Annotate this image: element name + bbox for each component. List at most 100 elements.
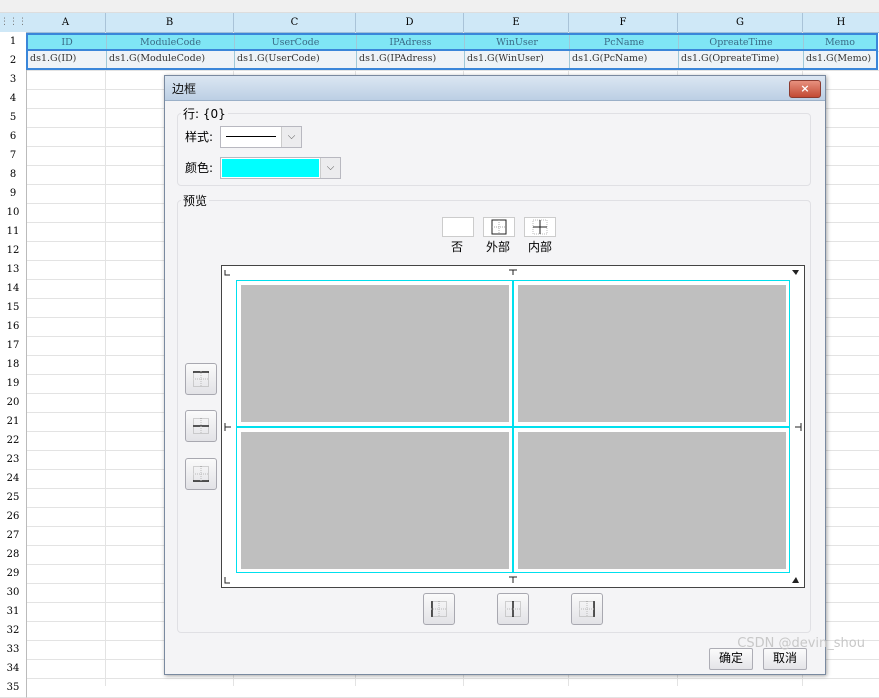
column-header-h[interactable]: H <box>803 13 879 32</box>
grid-line <box>26 678 879 679</box>
row-header-32[interactable]: 32 <box>0 621 27 641</box>
cell-f1[interactable]: PcName <box>570 35 678 52</box>
border-left-button[interactable] <box>423 593 455 625</box>
outline-border-icon <box>491 219 507 235</box>
select-all-corner[interactable]: ⋮⋮⋮ <box>0 13 27 33</box>
border-left-icon <box>431 601 447 617</box>
preset-none-button[interactable] <box>442 217 474 237</box>
data-field-row[interactable]: ds1.G(ID) ds1.G(ModuleCode) ds1.G(UserCo… <box>26 51 878 70</box>
row-header-35[interactable]: 35 <box>0 678 27 698</box>
row-header-17[interactable]: 17 <box>0 336 27 356</box>
style-label: 样式: <box>185 130 214 144</box>
row-header-18[interactable]: 18 <box>0 355 27 375</box>
row-header-13[interactable]: 13 <box>0 260 27 280</box>
border-preview-area[interactable] <box>221 265 805 588</box>
row-header-21[interactable]: 21 <box>0 412 27 432</box>
row-header-19[interactable]: 19 <box>0 374 27 394</box>
row-header-3[interactable]: 3 <box>0 70 27 90</box>
close-button[interactable]: × <box>789 80 821 98</box>
preset-outline-button[interactable] <box>483 217 515 237</box>
cell-g2[interactable]: ds1.G(OpreateTime) <box>679 51 803 68</box>
preview-group-label: 预览 <box>181 192 210 209</box>
column-header-e[interactable]: E <box>464 13 569 32</box>
row-header-34[interactable]: 34 <box>0 659 27 679</box>
border-middle-vertical-button[interactable] <box>497 593 529 625</box>
row-header-9[interactable]: 9 <box>0 184 27 204</box>
dialog-titlebar[interactable]: 边框 × <box>165 76 825 101</box>
column-header-b[interactable]: B <box>106 13 234 32</box>
row-header-2[interactable]: 2 <box>0 51 27 71</box>
row-header-4[interactable]: 4 <box>0 89 27 109</box>
line-style-preview <box>226 136 276 137</box>
preview-cell-bottom-left <box>241 432 509 569</box>
cancel-button[interactable]: 取消 <box>763 648 807 670</box>
color-swatch <box>222 159 319 177</box>
row-header-29[interactable]: 29 <box>0 564 27 584</box>
cell-b1[interactable]: ModuleCode <box>107 35 234 52</box>
preset-inside-button[interactable] <box>524 217 556 237</box>
row-header-7[interactable]: 7 <box>0 146 27 166</box>
row-header-31[interactable]: 31 <box>0 602 27 622</box>
row-header-1[interactable]: 1 <box>0 32 27 52</box>
row-header-23[interactable]: 23 <box>0 450 27 470</box>
border-middle-horizontal-button[interactable] <box>185 410 217 442</box>
row-header-33[interactable]: 33 <box>0 640 27 660</box>
row-header-8[interactable]: 8 <box>0 165 27 185</box>
row-header-10[interactable]: 10 <box>0 203 27 223</box>
dialog-title: 边框 <box>172 82 197 96</box>
cell-d2[interactable]: ds1.G(IPAdress) <box>357 51 464 68</box>
row-header-14[interactable]: 14 <box>0 279 27 299</box>
inside-border-icon <box>532 219 548 235</box>
row-header-12[interactable]: 12 <box>0 241 27 261</box>
row-header-27[interactable]: 27 <box>0 526 27 546</box>
row-header-15[interactable]: 15 <box>0 298 27 318</box>
border-vertical-icon <box>505 601 521 617</box>
row-header-22[interactable]: 22 <box>0 431 27 451</box>
preset-outline-label: 外部 <box>485 240 510 254</box>
row-group-label: 行: {0} <box>181 105 228 122</box>
row-header-20[interactable]: 20 <box>0 393 27 413</box>
preview-cell-top-left <box>241 285 509 422</box>
border-bottom-button[interactable] <box>185 458 217 490</box>
cell-e1[interactable]: WinUser <box>465 35 569 52</box>
cell-a1[interactable]: ID <box>28 35 106 52</box>
border-right-button[interactable] <box>571 593 603 625</box>
cell-h2[interactable]: ds1.G(Memo) <box>804 51 876 68</box>
row-header-24[interactable]: 24 <box>0 469 27 489</box>
ok-button[interactable]: 确定 <box>709 648 753 670</box>
row-header-28[interactable]: 28 <box>0 545 27 565</box>
row-header-26[interactable]: 26 <box>0 507 27 527</box>
chevron-down-icon[interactable]: ⌵ <box>320 158 340 178</box>
column-header-bar: A B C D E F G H <box>26 13 879 33</box>
border-right-icon <box>579 601 595 617</box>
cell-e2[interactable]: ds1.G(WinUser) <box>465 51 569 68</box>
border-top-icon <box>193 371 209 387</box>
cell-h1[interactable]: Memo <box>804 35 876 52</box>
border-bottom-icon <box>193 466 209 482</box>
row-header-16[interactable]: 16 <box>0 317 27 337</box>
column-header-f[interactable]: F <box>569 13 678 32</box>
row-header-6[interactable]: 6 <box>0 127 27 147</box>
column-header-c[interactable]: C <box>234 13 356 32</box>
border-dialog: 边框 × 行: {0} 样式: ⌵ 颜色: ⌵ 预览 否 外部 内部 确定 取消 <box>164 75 826 675</box>
cell-f2[interactable]: ds1.G(PcName) <box>570 51 678 68</box>
line-style-select[interactable]: ⌵ <box>220 126 302 148</box>
row-header-25[interactable]: 25 <box>0 488 27 508</box>
column-header-g[interactable]: G <box>678 13 803 32</box>
row-header-11[interactable]: 11 <box>0 222 27 242</box>
chevron-down-icon[interactable]: ⌵ <box>281 127 301 147</box>
column-header-a[interactable]: A <box>26 13 106 32</box>
cell-c1[interactable]: UserCode <box>235 35 356 52</box>
cell-c2[interactable]: ds1.G(UserCode) <box>235 51 356 68</box>
color-select[interactable]: ⌵ <box>220 157 341 179</box>
cell-d1[interactable]: IPAdress <box>357 35 464 52</box>
header-data-row[interactable]: ID ModuleCode UserCode IPAdress WinUser … <box>26 33 878 51</box>
column-header-d[interactable]: D <box>356 13 464 32</box>
cell-b2[interactable]: ds1.G(ModuleCode) <box>107 51 234 68</box>
row-header-5[interactable]: 5 <box>0 108 27 128</box>
cell-a2[interactable]: ds1.G(ID) <box>28 51 106 68</box>
preview-cell-top-right <box>518 285 786 422</box>
row-header-30[interactable]: 30 <box>0 583 27 603</box>
border-top-button[interactable] <box>185 363 217 395</box>
cell-g1[interactable]: OpreateTime <box>679 35 803 52</box>
